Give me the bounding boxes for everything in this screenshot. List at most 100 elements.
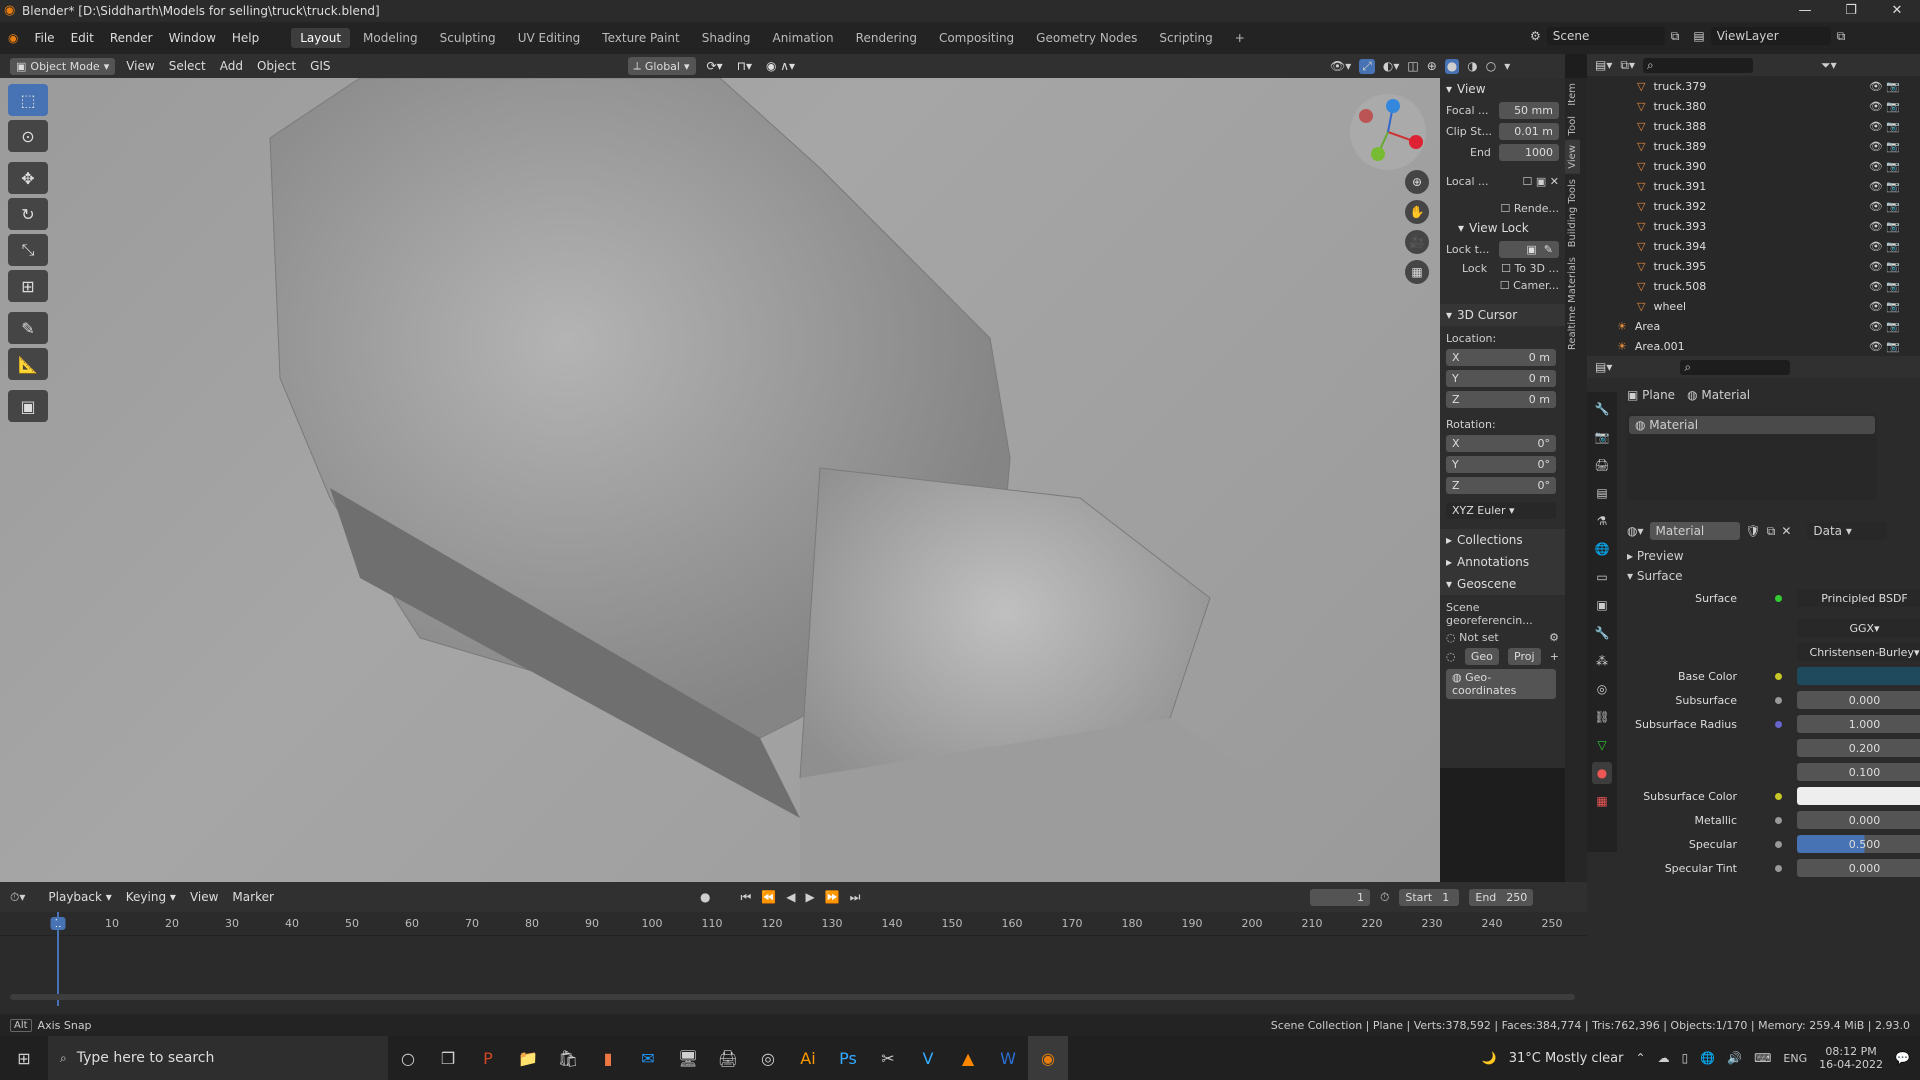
rendered-shading-icon[interactable]: ○ (1486, 59, 1496, 74)
collection-tab-icon[interactable]: ▭ (1592, 566, 1612, 588)
object-mode-dropdown[interactable]: ▣ Object Mode ▾ (10, 57, 116, 75)
menu-keying[interactable]: Keying ▾ (119, 890, 183, 904)
add-geo-icon[interactable]: + (1550, 650, 1559, 663)
new-view-layer-icon[interactable]: ⧉ (1837, 29, 1846, 44)
xray-icon[interactable]: ◫ (1407, 59, 1418, 74)
blender-taskbar-icon[interactable]: ◉ (1028, 1036, 1068, 1080)
geoscene-header[interactable]: ▾ Geoscene (1440, 573, 1565, 595)
geo-button[interactable]: Geo (1464, 648, 1499, 665)
outliner-search-icon[interactable]: ⌕ (1642, 57, 1753, 73)
tray-chevron-icon[interactable]: ⌃ (1636, 1051, 1646, 1065)
navigation-gizmo[interactable] (1348, 92, 1428, 172)
subsurface-radius-x-field[interactable]: 1.000 (1797, 715, 1920, 733)
minimize-button[interactable]: — (1782, 0, 1828, 22)
base-color-swatch[interactable] (1797, 667, 1920, 685)
clock[interactable]: 08:12 PM 16-04-2022 (1819, 1045, 1883, 1071)
outliner-item[interactable]: ☀ Area 👁 📷 (1587, 316, 1920, 336)
scale-icon[interactable]: ⤡ (8, 234, 48, 266)
tab-view[interactable]: View (1565, 140, 1580, 174)
tab-compositing[interactable]: Compositing (930, 28, 1023, 48)
3d-cursor-header[interactable]: ▾ 3D Cursor (1440, 304, 1565, 326)
outliner-item[interactable]: ▽ truck.380 👁 📷 (1587, 96, 1920, 116)
add-workspace-icon[interactable]: + (1226, 28, 1254, 48)
outliner-item[interactable]: ▽ truck.395 👁 📷 (1587, 256, 1920, 276)
rotate-icon[interactable]: ↻ (8, 198, 48, 230)
transform-orientation-dropdown[interactable]: ⟂ Global ▾ (627, 57, 696, 75)
shading-options-icon[interactable]: ▾ (1504, 59, 1510, 74)
proj-button[interactable]: Proj (1508, 648, 1541, 665)
notifications-icon[interactable]: 💬 (1895, 1051, 1910, 1065)
material-name-field[interactable]: Material (1649, 522, 1740, 540)
tab-texture-paint[interactable]: Texture Paint (593, 28, 688, 48)
menu-file[interactable]: File (26, 31, 62, 45)
windows-start-icon[interactable]: ⊞ (0, 1036, 48, 1080)
geo-coordinates-button[interactable]: ◍ Geo-coordinates (1446, 669, 1556, 699)
app-icon[interactable]: V (908, 1036, 948, 1080)
preview-range-icon[interactable]: ⏱ (1380, 890, 1389, 905)
blender-menu-icon[interactable]: ◉ (0, 31, 26, 45)
menu-timeline-view[interactable]: View (183, 890, 225, 904)
properties-search-icon[interactable]: ⌕ (1680, 359, 1791, 375)
move-icon[interactable]: ✥ (8, 162, 48, 194)
subsurface-radius-y-field[interactable]: 0.200 (1797, 739, 1920, 757)
distribution-dropdown[interactable]: GGX ▾ (1797, 619, 1920, 637)
cursor-location-x[interactable]: X0 m (1446, 349, 1556, 366)
transform-icon[interactable]: ⊞ (8, 270, 48, 302)
current-frame-field[interactable]: 1 (1310, 888, 1370, 906)
jump-start-icon[interactable]: ⏮ (740, 890, 751, 905)
chrome-icon[interactable]: ◎ (748, 1036, 788, 1080)
gizmo-z-axis[interactable] (1386, 99, 1400, 113)
outliner-item[interactable]: ▽ truck.393 👁 📷 (1587, 216, 1920, 236)
annotations-header[interactable]: ▸ Annotations (1440, 551, 1565, 573)
unlink-material-icon[interactable]: ✕ (1781, 524, 1791, 538)
pan-hand-icon[interactable]: ✋ (1405, 200, 1429, 224)
gizmo-neg-x-axis[interactable] (1359, 109, 1373, 123)
menu-add[interactable]: Add (213, 59, 250, 73)
tab-item[interactable]: Item (1565, 78, 1580, 111)
maximize-button[interactable]: ❐ (1828, 0, 1874, 22)
cursor-icon[interactable]: ⊙ (8, 120, 48, 152)
material-slot[interactable]: ◍ Material (1629, 416, 1875, 434)
gizmo-x-axis[interactable] (1409, 135, 1423, 149)
cursor-location-z[interactable]: Z0 m (1446, 391, 1556, 408)
tab-scripting[interactable]: Scripting (1150, 28, 1221, 48)
pivot-icon[interactable]: ⟳▾ (700, 59, 730, 73)
outliner-item[interactable]: ▽ truck.390 👁 📷 (1587, 156, 1920, 176)
end-frame-field[interactable]: End 250 (1469, 888, 1534, 906)
visibility-eye-icon[interactable]: 👁 📷 (1869, 240, 1900, 253)
render-tab-icon[interactable]: 📷 (1592, 426, 1612, 448)
word-icon[interactable]: W (988, 1036, 1028, 1080)
tab-shading[interactable]: Shading (693, 28, 760, 48)
start-frame-field[interactable]: Start 1 (1399, 888, 1460, 906)
tab-building-tools[interactable]: Building Tools (1565, 174, 1580, 252)
solid-shading-icon[interactable]: ● (1444, 58, 1460, 74)
language-indicator[interactable]: ENG (1783, 1052, 1807, 1065)
georef-settings-icon[interactable]: ⚙ (1549, 631, 1559, 644)
lock-to-3d-cursor-checkbox[interactable]: ☐ To 3D ... (1501, 262, 1559, 275)
cortana-icon[interactable]: ○ (388, 1036, 428, 1080)
local-camera-checkbox[interactable]: ☐ ▣ ✕ (1523, 175, 1559, 188)
volume-icon[interactable]: 🔊 (1727, 1051, 1742, 1065)
visibility-eye-icon[interactable]: 👁 📷 (1869, 180, 1900, 193)
timeline-track-area[interactable] (0, 912, 1587, 1006)
material-shading-icon[interactable]: ◑ (1467, 59, 1477, 74)
material-tab-icon[interactable]: ● (1592, 762, 1612, 784)
visibility-eye-icon[interactable]: 👁 📷 (1869, 160, 1900, 173)
outliner-item[interactable]: ▽ truck.394 👁 📷 (1587, 236, 1920, 256)
zoom-icon[interactable]: ⊕ (1405, 170, 1429, 194)
visibility-eye-icon[interactable]: 👁 📷 (1869, 200, 1900, 213)
office-icon[interactable]: ▮ (588, 1036, 628, 1080)
network-icon[interactable]: 🌐 (1700, 1051, 1715, 1065)
tray-icon[interactable]: ☁ (1658, 1051, 1670, 1065)
outliner-item[interactable]: ▽ truck.379 👁 📷 (1587, 76, 1920, 96)
outliner-item[interactable]: ▽ truck.388 👁 📷 (1587, 116, 1920, 136)
cursor-rotation-y[interactable]: Y 0° (1446, 456, 1556, 473)
snap-icon[interactable]: ⊓▾ (730, 59, 759, 73)
vlc-icon[interactable]: ▲ (948, 1036, 988, 1080)
taskbar-search-box[interactable]: ⌕ Type here to search (48, 1036, 388, 1080)
proportional-edit-icon[interactable]: ◉ ∧▾ (759, 59, 802, 73)
menu-gis[interactable]: GIS (303, 59, 337, 73)
material-browse-icon[interactable]: ◍▾ (1627, 524, 1644, 538)
app-icon[interactable]: 🖨 (708, 1036, 748, 1080)
specular-field[interactable]: 0.500 (1797, 835, 1920, 853)
